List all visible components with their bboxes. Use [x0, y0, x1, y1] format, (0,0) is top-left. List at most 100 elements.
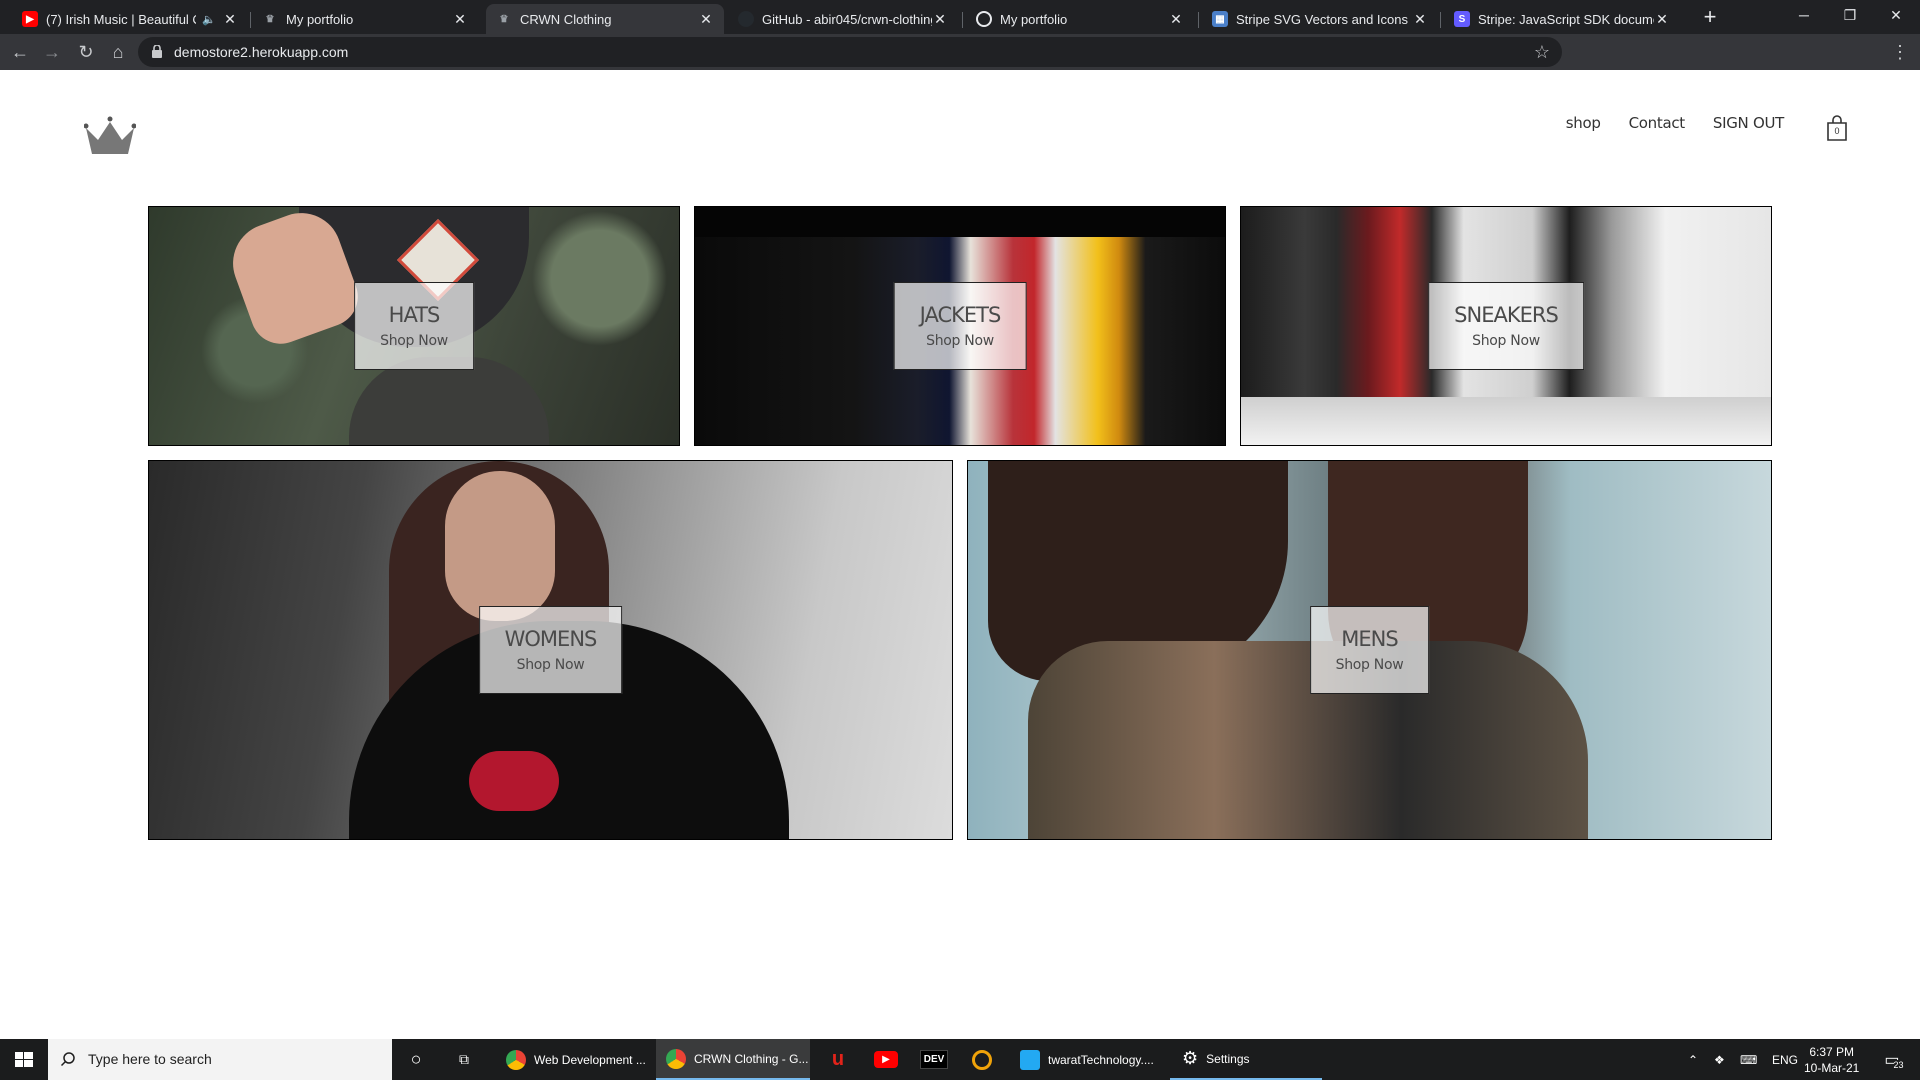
tab-title: Stripe: JavaScript SDK documentation [1478, 11, 1654, 27]
crown-logo[interactable] [84, 114, 136, 156]
browser-tab-active[interactable]: ♛ CRWN Clothing ✕ [486, 4, 724, 34]
browser-tab[interactable]: S Stripe: JavaScript SDK documentation ✕ [1444, 4, 1680, 34]
shop-now-link[interactable]: Shop Now [1472, 333, 1540, 349]
crown-icon: ♛ [499, 13, 509, 25]
restore-button[interactable]: ❐ [1827, 0, 1873, 30]
youtube-icon[interactable]: ▶ [866, 1039, 906, 1080]
lock-icon [152, 45, 162, 58]
dropbox-icon[interactable]: ❖ [1714, 1039, 1725, 1080]
close-tab-icon[interactable]: ✕ [932, 11, 948, 28]
menu-item-mens[interactable]: MENS Shop Now [967, 460, 1772, 840]
jacket-shape [1028, 641, 1588, 839]
forward-button[interactable]: → [40, 40, 64, 64]
dev-icon[interactable]: DEV [914, 1039, 954, 1080]
taskbar-app-label: CRWN Clothing - G... [694, 1051, 809, 1066]
acrobat-icon[interactable]: u [818, 1039, 858, 1080]
close-tab-icon[interactable]: ✕ [698, 11, 714, 28]
shop-now-link[interactable]: Shop Now [517, 657, 585, 673]
close-tab-icon[interactable]: ✕ [1168, 11, 1184, 28]
nav-contact-link[interactable]: Contact [1629, 114, 1686, 132]
close-tab-icon[interactable]: ✕ [452, 11, 468, 28]
cortana-icon[interactable]: ○ [400, 1039, 432, 1080]
menu-item-title: HATS [388, 303, 441, 327]
clock-time: 6:37 PM [1809, 1044, 1855, 1059]
speaker-icon[interactable]: 🔈 [202, 13, 216, 26]
github-icon [738, 11, 754, 27]
menu-item-jackets[interactable]: JACKETS Shop Now [694, 206, 1226, 446]
cart-icon[interactable]: 0 [1826, 115, 1848, 141]
url-text: demostore2.herokuapp.com [174, 44, 349, 60]
browser-tab[interactable]: ▦ Stripe SVG Vectors and Icons - SVG ✕ [1202, 4, 1438, 34]
tab-divider [962, 12, 963, 28]
bookmark-star-icon[interactable]: ☆ [1534, 42, 1550, 63]
browser-tab-strip: ▶ (7) Irish Music | Beautiful Celtic Mus… [0, 0, 1920, 34]
rose-print [469, 751, 559, 811]
taskbar-app[interactable]: ⚙ Settings [1170, 1039, 1322, 1080]
task-view-icon[interactable]: ⧉ [448, 1039, 480, 1080]
face-shape [445, 471, 555, 621]
new-tab-button[interactable]: + [1696, 6, 1724, 30]
browser-tab[interactable]: My portfolio ✕ [966, 4, 1194, 34]
chrome-icon [506, 1049, 526, 1070]
taskbar-app[interactable]: Web Development ... [496, 1039, 656, 1080]
tab-divider [1198, 12, 1199, 28]
search-icon [60, 1052, 75, 1067]
taskbar-search-box[interactable]: Type here to search [48, 1039, 392, 1080]
shop-now-link[interactable]: Shop Now [380, 333, 448, 349]
menu-item-label: WOMENS Shop Now [478, 606, 623, 694]
language-indicator[interactable]: ENG [1772, 1039, 1798, 1080]
back-button[interactable]: ← [8, 40, 32, 64]
nav-shop-link[interactable]: shop [1566, 114, 1601, 132]
menu-item-title: SNEAKERS [1454, 303, 1559, 327]
browser-tab[interactable]: GitHub - abir045/crwn-clothing ✕ [728, 4, 958, 34]
tab-title: My portfolio [286, 11, 354, 27]
menu-item-label: SNEAKERS Shop Now [1428, 282, 1584, 370]
search-placeholder: Type here to search [88, 1051, 212, 1067]
svgrepo-icon: ▦ [1212, 11, 1228, 27]
clock-date: 10-Mar-21 [1804, 1060, 1860, 1075]
start-button[interactable] [0, 1039, 48, 1080]
shop-now-link[interactable]: Shop Now [1336, 657, 1404, 673]
ring-icon[interactable] [962, 1039, 1002, 1080]
browser-toolbar: ← → ↻ ⌂ demostore2.herokuapp.com ☆ ⋮ [0, 34, 1920, 94]
menu-item-hats[interactable]: HATS Shop Now [148, 206, 680, 446]
notifications-button[interactable]: ▭ 23 [1874, 1039, 1914, 1080]
tab-divider [1440, 12, 1441, 28]
taskbar-app-active[interactable]: CRWN Clothing - G... [656, 1039, 810, 1080]
shelf [1241, 397, 1771, 445]
rack-shadow [695, 207, 1225, 237]
menu-item-title: WOMENS [504, 627, 598, 651]
tab-title: CRWN Clothing [520, 11, 612, 27]
browser-tab[interactable]: ♛ My portfolio ✕ [252, 4, 478, 34]
close-window-button[interactable]: ✕ [1873, 0, 1919, 30]
youtube-icon: ▶ [22, 11, 38, 27]
tab-title: Stripe SVG Vectors and Icons - SVG [1236, 11, 1412, 27]
page-viewport: shop Contact SIGN OUT 0 HATS Shop Now JA… [0, 70, 1920, 1039]
menu-item-sneakers[interactable]: SNEAKERS Shop Now [1240, 206, 1772, 446]
close-tab-icon[interactable]: ✕ [1654, 11, 1670, 28]
reload-button[interactable]: ↻ [74, 40, 98, 64]
shop-now-link[interactable]: Shop Now [926, 333, 994, 349]
crown-icon: ♛ [265, 13, 275, 25]
tray-chevron-icon[interactable]: ⌃ [1688, 1039, 1698, 1080]
close-tab-icon[interactable]: ✕ [1412, 11, 1428, 28]
tab-title: GitHub - abir045/crwn-clothing [762, 11, 932, 27]
tab-title: My portfolio [1000, 11, 1068, 27]
home-button[interactable]: ⌂ [106, 40, 130, 64]
dev-label: DEV [919, 1050, 949, 1069]
minimize-button[interactable]: ─ [1781, 0, 1827, 30]
keyboard-icon[interactable]: ⌨ [1740, 1039, 1757, 1080]
menu-item-label: HATS Shop Now [354, 282, 474, 370]
vscode-icon [1020, 1049, 1040, 1070]
taskbar-app[interactable]: twaratTechnology.... [1010, 1039, 1160, 1080]
stripe-icon: S [1454, 11, 1470, 27]
tab-divider [250, 12, 251, 28]
nav-signout-link[interactable]: SIGN OUT [1713, 114, 1784, 132]
close-tab-icon[interactable]: ✕ [222, 11, 238, 28]
browser-tab[interactable]: ▶ (7) Irish Music | Beautiful Celtic Mus… [12, 4, 248, 34]
menu-icon[interactable]: ⋮ [1888, 40, 1912, 64]
address-bar[interactable]: demostore2.herokuapp.com ☆ [138, 37, 1562, 67]
menu-item-womens[interactable]: WOMENS Shop Now [148, 460, 953, 840]
clock[interactable]: 6:37 PM 10-Mar-21 [1804, 1039, 1859, 1080]
notification-count: 23 [1893, 1059, 1904, 1070]
